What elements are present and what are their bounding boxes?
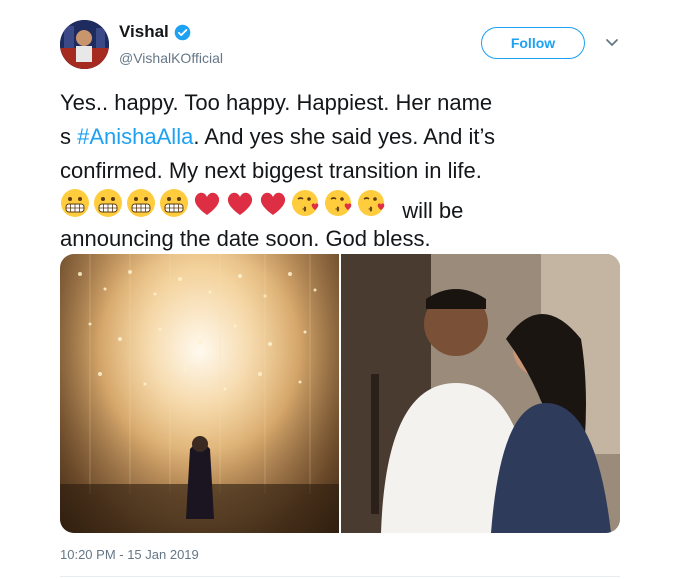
red-heart-icon	[258, 188, 288, 218]
grimacing-face-icon	[126, 188, 156, 218]
grimacing-face-icon	[60, 188, 90, 218]
red-heart-icon	[225, 188, 255, 218]
avatar[interactable]	[60, 20, 109, 69]
user-handle[interactable]: @VishalKOfficial	[119, 50, 223, 66]
face-blowing-kiss-icon	[324, 188, 354, 218]
tweet-card: Vishal @VishalKOfficial Follow Yes.. hap…	[0, 0, 700, 579]
tweet-text: Yes.. happy. Too happy. Happiest. Her na…	[60, 86, 660, 256]
tweet-line-2: s #AnishaAlla. And yes she said yes. And…	[60, 120, 660, 154]
tweet-timestamp[interactable]: 10:20 PM - 15 Jan 2019	[60, 547, 199, 562]
face-blowing-kiss-icon	[291, 188, 321, 218]
tweet-line-2-suffix: . And yes she said yes. And it’s	[193, 124, 495, 149]
avatar-image	[60, 20, 109, 69]
tweet-line-4-suffix: will be	[396, 198, 464, 223]
tweet-line-3: confirmed. My next biggest transition in…	[60, 158, 482, 183]
chevron-down-icon[interactable]	[603, 36, 621, 50]
photo-wedding-lights[interactable]	[60, 254, 339, 533]
follow-button[interactable]: Follow	[481, 27, 585, 59]
emoji-group	[60, 188, 390, 218]
name-row: Vishal	[119, 22, 191, 42]
tweet-line-2-prefix: s	[60, 124, 78, 149]
divider	[60, 576, 620, 577]
grimacing-face-icon	[159, 188, 189, 218]
display-name[interactable]: Vishal	[119, 22, 169, 42]
tweet-line-1: Yes.. happy. Too happy. Happiest. Her na…	[60, 90, 493, 115]
verified-badge-icon	[174, 24, 191, 41]
tweet-line-4: will be	[60, 188, 660, 223]
grimacing-face-icon	[93, 188, 123, 218]
face-blowing-kiss-icon	[357, 188, 387, 218]
media-grid	[60, 254, 620, 533]
red-heart-icon	[192, 188, 222, 218]
hashtag-link[interactable]: #AnishaAlla	[77, 124, 193, 149]
photo-couple[interactable]	[341, 254, 620, 533]
tweet-line-5: announcing the date soon. God bless.	[60, 226, 431, 251]
